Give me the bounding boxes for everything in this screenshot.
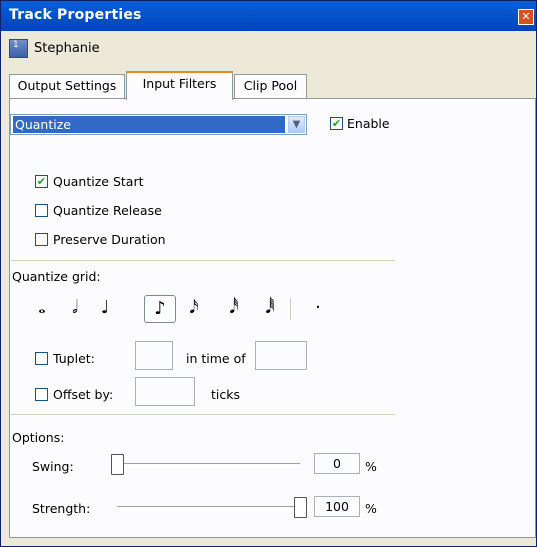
filter-select[interactable]: Quantize ▼ bbox=[10, 114, 307, 135]
window-title: Track Properties bbox=[9, 7, 142, 23]
eighth-note-icon[interactable]: ♪ bbox=[144, 295, 176, 323]
in-time-of-label: in time of bbox=[186, 351, 246, 366]
tab-input-filters[interactable]: Input Filters bbox=[126, 71, 233, 100]
track-properties-window: Track Properties ✕ 1 Stephanie Output Se… bbox=[0, 0, 537, 547]
tuplet-label: Tuplet: bbox=[53, 351, 95, 366]
preserve-duration-label: Preserve Duration bbox=[53, 232, 166, 247]
preserve-duration-checkbox[interactable] bbox=[35, 233, 48, 246]
strength-slider-thumb[interactable] bbox=[294, 497, 307, 518]
sixteenth-note-icon[interactable]: 𝅘𝅥𝅯 bbox=[184, 295, 204, 321]
tab-output-settings[interactable]: Output Settings bbox=[9, 74, 125, 98]
swing-slider-track[interactable] bbox=[117, 463, 300, 467]
enable-label: Enable bbox=[347, 116, 390, 131]
in-time-of-input[interactable] bbox=[255, 341, 307, 370]
track-name: Stephanie bbox=[34, 41, 100, 56]
strength-slider-track[interactable] bbox=[117, 506, 300, 510]
swing-label: Swing: bbox=[32, 459, 74, 474]
divider bbox=[11, 260, 395, 261]
quantize-grid-label: Quantize grid: bbox=[12, 269, 101, 284]
quantize-release-checkbox[interactable] bbox=[35, 204, 48, 217]
offset-input[interactable] bbox=[135, 377, 195, 406]
ticks-label: ticks bbox=[211, 387, 240, 402]
tuplet-checkbox[interactable] bbox=[35, 352, 48, 365]
input-filters-panel: Quantize ▼ ✔ Enable ✔ Quantize Start Qua… bbox=[9, 98, 536, 538]
divider bbox=[290, 298, 291, 320]
quantize-start-label: Quantize Start bbox=[53, 174, 144, 189]
title-bar[interactable]: Track Properties ✕ bbox=[1, 1, 536, 31]
swing-slider-thumb[interactable] bbox=[111, 454, 124, 475]
filter-select-value: Quantize bbox=[13, 116, 285, 133]
divider bbox=[11, 414, 395, 415]
dotted-note-icon[interactable]: · bbox=[308, 295, 328, 321]
strength-value[interactable]: 100 bbox=[314, 496, 360, 517]
thirty-second-note-icon[interactable]: 𝅘𝅥𝅰 bbox=[224, 295, 244, 321]
tuplet-input[interactable] bbox=[135, 341, 173, 370]
enable-checkbox[interactable]: ✔ bbox=[330, 117, 343, 130]
whole-note-icon[interactable]: 𝅝 bbox=[32, 295, 52, 321]
strength-unit: % bbox=[365, 501, 377, 516]
chevron-down-icon[interactable]: ▼ bbox=[288, 116, 305, 133]
quantize-start-checkbox[interactable]: ✔ bbox=[35, 175, 48, 188]
strength-label: Strength: bbox=[32, 501, 91, 516]
options-label: Options: bbox=[12, 430, 65, 445]
swing-unit: % bbox=[365, 459, 377, 474]
sixty-fourth-note-icon[interactable]: 𝅘𝅥𝅱 bbox=[260, 295, 280, 321]
swing-value[interactable]: 0 bbox=[314, 453, 360, 474]
quantize-release-label: Quantize Release bbox=[53, 203, 162, 218]
close-button[interactable]: ✕ bbox=[518, 9, 534, 25]
tab-clip-pool[interactable]: Clip Pool bbox=[234, 74, 307, 98]
offset-label: Offset by: bbox=[53, 387, 114, 402]
track-number-icon: 1 bbox=[9, 39, 28, 58]
half-note-icon[interactable]: 𝅗𝅥 bbox=[65, 295, 85, 321]
quarter-note-icon[interactable]: ♩ bbox=[95, 295, 115, 321]
offset-checkbox[interactable] bbox=[35, 388, 48, 401]
